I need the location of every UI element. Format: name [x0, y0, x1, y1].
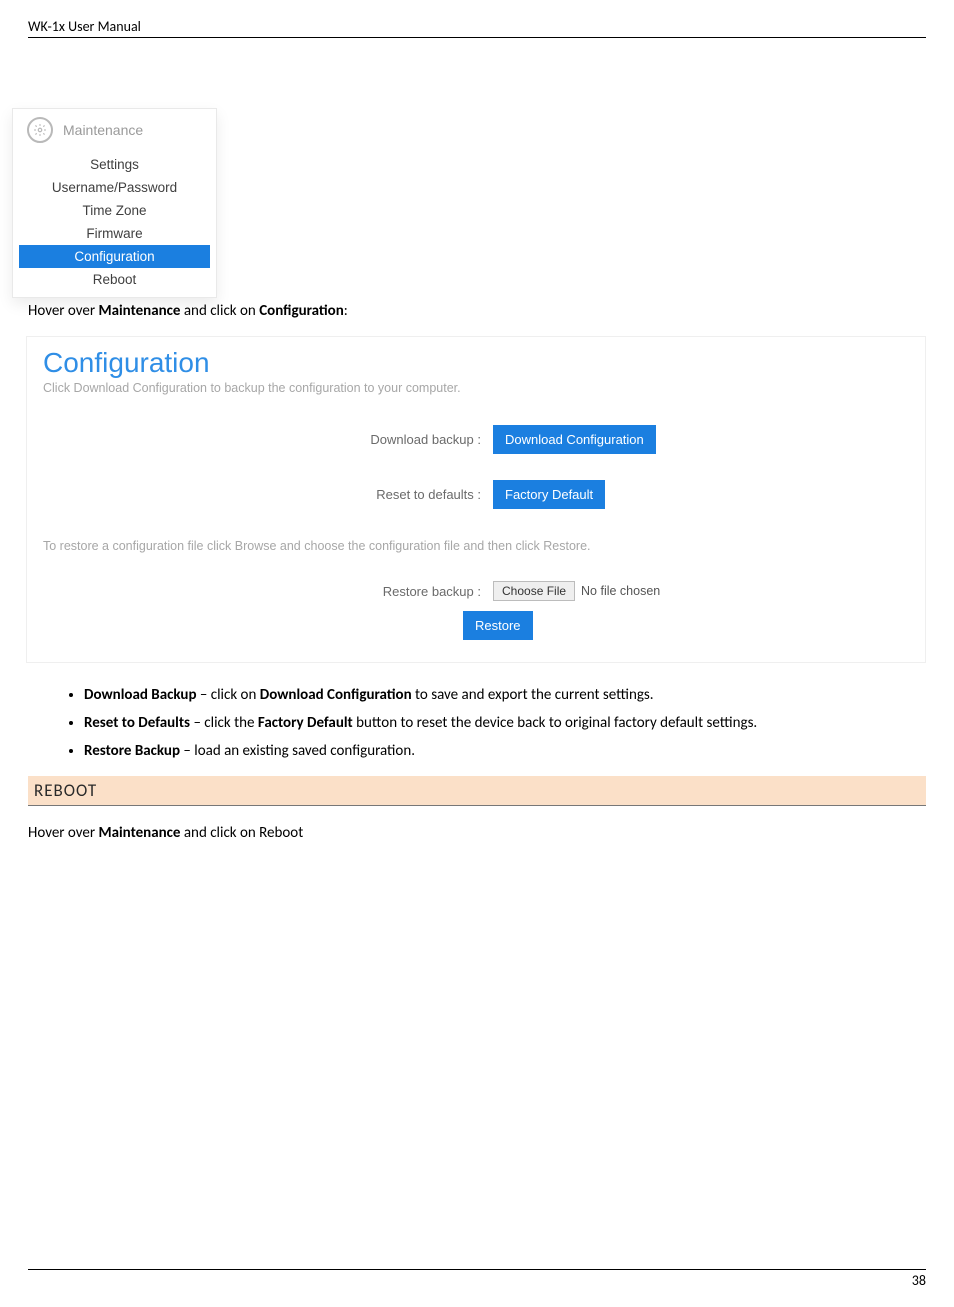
maintenance-label: Maintenance	[63, 122, 143, 138]
bullet-download-backup: Download Backup – click on Download Conf…	[84, 685, 926, 707]
menu-item-firmware: Firmware	[13, 222, 216, 245]
restore-note: To restore a configuration file click Br…	[43, 539, 909, 553]
no-file-chosen-text: No file chosen	[581, 584, 660, 598]
download-backup-label: Download backup :	[43, 432, 493, 447]
bullet-reset-defaults: Reset to Defaults – click the Factory De…	[84, 713, 926, 735]
reset-defaults-label: Reset to defaults :	[43, 487, 493, 502]
menu-item-reboot: Reboot	[13, 268, 216, 291]
page-number: 38	[912, 1272, 926, 1289]
restore-backup-label: Restore backup :	[43, 584, 493, 599]
instruction-2: Hover over Maintenance and click on Rebo…	[28, 824, 926, 842]
config-title: Configuration	[43, 347, 909, 379]
feature-bullets: Download Backup – click on Download Conf…	[84, 685, 926, 762]
config-subtext: Click Download Configuration to backup t…	[43, 381, 909, 395]
menu-item-configuration: Configuration	[19, 245, 210, 268]
menu-item-time-zone: Time Zone	[13, 199, 216, 222]
menu-item-settings: Settings	[13, 153, 216, 176]
maintenance-menu-header: Maintenance	[13, 113, 216, 153]
reset-defaults-row: Reset to defaults : Factory Default	[43, 480, 909, 509]
choose-file-button[interactable]: Choose File	[493, 581, 575, 601]
restore-button-row: Restore	[43, 611, 909, 640]
maintenance-menu-screenshot: Maintenance Settings Username/Password T…	[12, 108, 217, 298]
doc-title: WK-1x User Manual	[28, 18, 141, 35]
bullet-restore-backup: Restore Backup – load an existing saved …	[84, 741, 926, 763]
gear-icon	[27, 117, 53, 143]
download-configuration-button[interactable]: Download Configuration	[493, 425, 656, 454]
download-backup-row: Download backup : Download Configuration	[43, 425, 909, 454]
doc-header: WK-1x User Manual	[28, 18, 926, 38]
reboot-heading: REBOOT	[28, 776, 926, 806]
restore-backup-row: Restore backup : Choose File No file cho…	[43, 581, 909, 601]
instruction-1: Hover over Maintenance and click on Conf…	[28, 302, 926, 320]
configuration-panel-screenshot: Configuration Click Download Configurati…	[26, 336, 926, 663]
footer: 38	[28, 1269, 926, 1289]
restore-button[interactable]: Restore	[463, 611, 533, 640]
factory-default-button[interactable]: Factory Default	[493, 480, 605, 509]
menu-item-username-password: Username/Password	[13, 176, 216, 199]
